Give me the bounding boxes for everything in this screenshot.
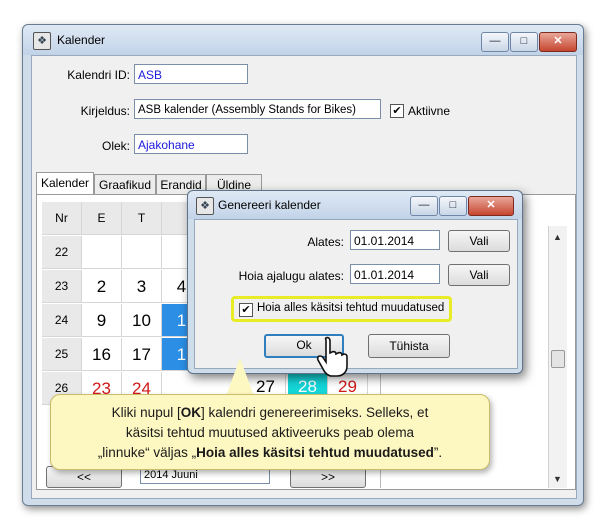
callout-pointer (226, 358, 254, 396)
from-date-field[interactable]: 01.01.2014 (350, 230, 440, 250)
window-titlebar[interactable]: ❖ Kalender — □ ✕ (23, 25, 583, 55)
scroll-up-icon[interactable]: ▲ (553, 232, 562, 242)
status-label: Olek: (101, 139, 130, 153)
instruction-callout: Kliki nupul [OK] kalendri genereerimisek… (50, 394, 490, 470)
calendar-id-field[interactable]: ASB (134, 64, 248, 84)
day-cell[interactable]: 3 (122, 270, 162, 303)
column-header-monday: E (82, 202, 122, 235)
callout-line-1: Kliki nupul [OK] kalendri genereerimisek… (63, 403, 477, 423)
calendar-app-icon: ❖ (33, 32, 51, 50)
close-button[interactable]: ✕ (539, 32, 577, 52)
description-label: Kirjeldus: (80, 104, 130, 118)
keep-history-field[interactable]: 01.01.2014 (350, 264, 440, 284)
week-number: 25 (42, 338, 82, 371)
window-title: Kalender (57, 33, 106, 47)
dialog-close-button[interactable]: ✕ (468, 196, 514, 216)
column-header-week: Nr (42, 202, 82, 235)
from-date-pick-button[interactable]: Vali (448, 230, 510, 252)
day-cell[interactable] (122, 236, 162, 269)
callout-line-3-prefix: „linnuke“ väljas „ (97, 445, 197, 460)
callout-line-1-text: Kliki nupul [OK] kalendri genereerimisek… (111, 405, 429, 420)
cancel-button[interactable]: Tühista (368, 334, 450, 358)
hand-cursor-icon (316, 336, 348, 377)
week-number: 23 (42, 270, 82, 303)
dialog-maximize-button[interactable]: □ (439, 196, 467, 216)
callout-line-2: käsitsi tehtud muutused aktiveeruks peab… (125, 425, 415, 440)
dialog-minimize-button[interactable]: — (410, 196, 438, 216)
keep-history-pick-button[interactable]: Vali (448, 264, 510, 286)
scroll-down-icon[interactable]: ▼ (553, 474, 562, 484)
dialog-titlebar[interactable]: ❖ Genereeri kalender — □ ✕ (188, 191, 522, 219)
maximize-button[interactable]: □ (510, 32, 538, 52)
week-number: 24 (42, 304, 82, 337)
description-field[interactable]: ASB kalender (Assembly Stands for Bikes) (134, 99, 381, 119)
tab-kalender[interactable]: Kalender (36, 172, 94, 194)
callout-text: Kliki nupul [OK] kalendri genereerimisek… (63, 403, 477, 463)
day-cell[interactable]: 9 (82, 304, 122, 337)
callout-line-3-suffix: ”. (433, 445, 443, 460)
callout-line-3: „linnuke“ väljas „Hoia alles käsitsi teh… (63, 443, 477, 463)
tab-graafikud[interactable]: Graafikud (94, 174, 156, 194)
keep-manual-changes-label: Hoia alles käsitsi tehtud muudatused (257, 302, 445, 314)
dialog-title: Genereeri kalender (218, 198, 321, 212)
day-cell[interactable]: 10 (122, 304, 162, 337)
vertical-scrollbar[interactable]: ▲ ▼ (548, 226, 567, 488)
minimize-button[interactable]: — (481, 32, 509, 52)
day-cell[interactable]: 17 (122, 338, 162, 371)
active-label: Aktiivne (408, 104, 451, 118)
day-cell[interactable]: 2 (82, 270, 122, 303)
column-header-tuesday: T (122, 202, 162, 235)
active-checkbox[interactable]: ✔ (390, 104, 404, 118)
calendar-id-label: Kalendri ID: (67, 68, 130, 82)
day-cell[interactable]: 16 (82, 338, 122, 371)
keep-history-label: Hoia ajalugu alates: (238, 269, 344, 283)
from-date-label: Alates: (307, 235, 344, 249)
scroll-thumb[interactable] (551, 350, 565, 368)
day-cell[interactable] (82, 236, 122, 269)
dialog-app-icon: ❖ (196, 197, 214, 215)
status-field[interactable]: Ajakohane (134, 134, 248, 154)
callout-ok-word: OK (180, 405, 201, 420)
keep-manual-changes-checkbox[interactable]: ✔ (239, 303, 253, 317)
callout-bold-option: Hoia alles käsitsi tehtud muudatused (196, 445, 434, 460)
week-number: 22 (42, 236, 82, 269)
